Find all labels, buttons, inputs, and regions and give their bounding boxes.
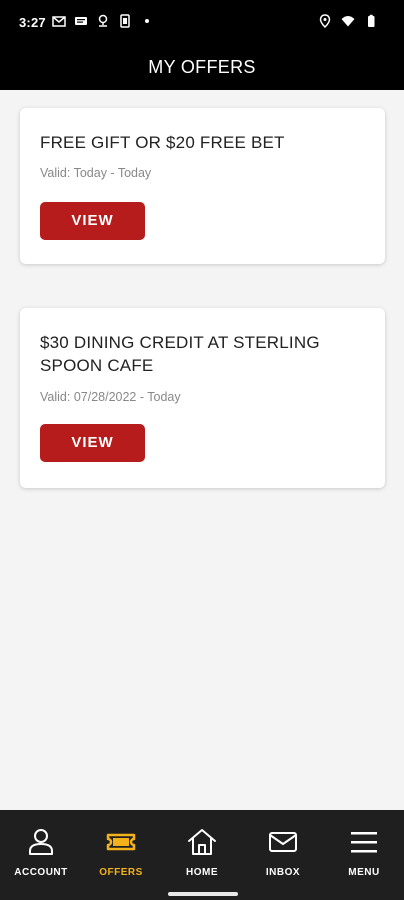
offer-card: $30 DINING CREDIT AT STERLING SPOON CAFE… [20,308,385,488]
bottom-nav: ACCOUNT OFFERS HOME INBOX MENU [0,810,404,900]
nav-label: MENU [348,867,380,878]
view-offer-button[interactable]: VIEW [40,424,145,462]
mail-icon [269,832,297,852]
nav-menu[interactable]: MENU [324,810,404,888]
status-bar: 3:27 [0,0,404,44]
location-pin-icon [98,14,108,27]
location-icon [319,14,331,28]
page-title: MY OFFERS [148,57,256,77]
status-right-icons [318,14,378,28]
nav-account[interactable]: ACCOUNT [1,810,81,888]
nav-label: ACCOUNT [14,867,68,878]
battery-icon [368,14,375,27]
message-icon [75,17,87,25]
nav-inbox[interactable]: INBOX [243,810,323,888]
offers-list: FREE GIFT OR $20 FREE BET Valid: Today -… [0,90,404,810]
dot-icon [145,19,149,23]
offer-title: $30 DINING CREDIT AT STERLING SPOON CAFE [40,333,320,375]
offer-title: FREE GIFT OR $20 FREE BET [40,133,285,152]
app-header: MY OFFERS [0,44,404,90]
offer-valid-dates: Valid: Today - Today [40,166,152,180]
nav-offers[interactable]: OFFERS [81,810,161,888]
gmail-icon [52,16,66,27]
status-time: 3:27 [19,15,46,30]
offer-card: FREE GIFT OR $20 FREE BET Valid: Today -… [20,108,385,264]
nav-label: HOME [186,867,218,878]
offer-valid-dates: Valid: 07/28/2022 - Today [40,390,181,404]
view-offer-button[interactable]: VIEW [40,202,145,240]
status-left-icons [52,14,154,28]
nav-label: OFFERS [99,867,143,878]
nav-label: INBOX [265,867,301,878]
wifi-icon [341,16,355,27]
nav-home[interactable]: HOME [162,810,242,888]
sim-card-icon [120,14,130,28]
gesture-home-indicator[interactable] [168,892,238,896]
home-icon [188,829,216,855]
ticket-icon [106,833,136,851]
hamburger-icon [351,832,377,853]
person-icon [29,829,53,855]
